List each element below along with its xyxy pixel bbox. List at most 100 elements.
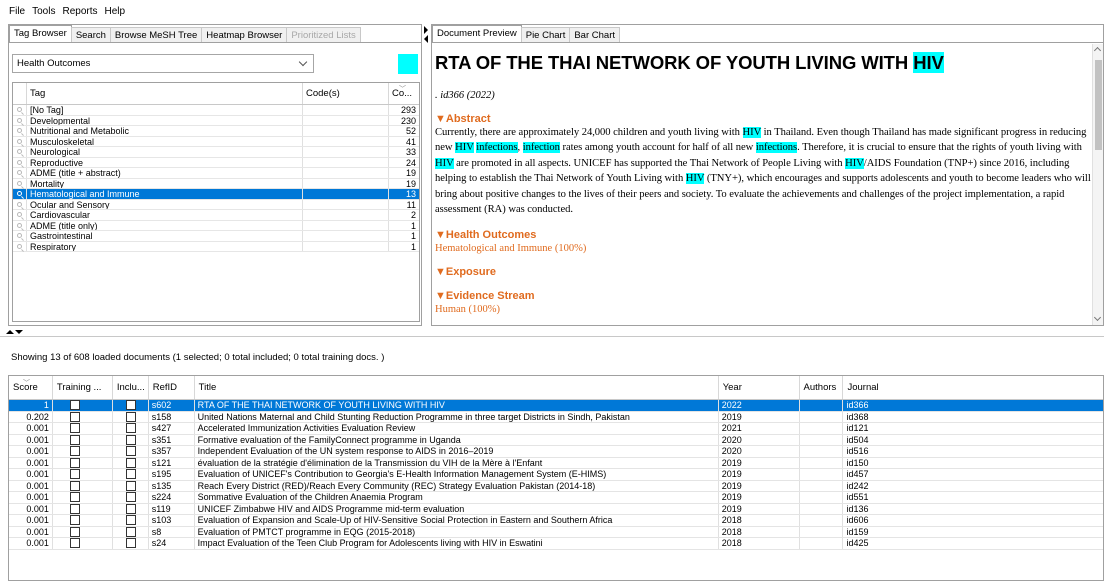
tag-row[interactable]: Ocular and Sensory 11 (13, 199, 419, 210)
magnifier-icon[interactable] (17, 222, 22, 228)
table-row[interactable]: 0.001 s427 Accelerated Immunization Activi… (9, 423, 1103, 435)
training-checkbox[interactable] (69, 492, 80, 502)
collapse-left-icon[interactable] (424, 35, 428, 43)
scroll-up-icon[interactable] (1093, 46, 1102, 55)
menu-help[interactable]: Help (105, 6, 126, 17)
table-row[interactable]: 0.001 s121 évaluation de la stratégie d'él… (9, 457, 1103, 469)
table-row[interactable]: 0.202 s158 United Nations Maternal and Chi… (9, 411, 1103, 423)
menu-reports[interactable]: Reports (62, 6, 97, 17)
tab-document-preview[interactable]: Document Preview (432, 25, 522, 43)
tab-browse-mesh-tree[interactable]: Browse MeSH Tree (109, 27, 203, 43)
include-checkbox[interactable] (125, 503, 136, 514)
magnifier-icon[interactable] (17, 191, 22, 197)
include-checkbox[interactable] (125, 492, 136, 502)
vertical-splitter[interactable] (423, 24, 430, 326)
tag-search-cell[interactable] (13, 199, 27, 209)
collapse-right-icon[interactable] (424, 26, 428, 34)
tag-row[interactable]: ADME (title + abstract) 19 (13, 168, 419, 179)
magnifier-icon[interactable] (17, 180, 22, 186)
include-checkbox[interactable] (125, 434, 136, 445)
header-codes[interactable]: Code(s) (303, 83, 389, 104)
document-scrollbar[interactable] (1092, 44, 1103, 325)
tag-search-cell[interactable] (13, 105, 27, 115)
training-checkbox[interactable] (69, 434, 80, 445)
tag-row[interactable]: Mortality 19 (13, 178, 419, 189)
tag-search-cell[interactable] (13, 220, 27, 230)
table-row[interactable]: 0.001 s357 Independent Evaluation of the U… (9, 446, 1103, 458)
header-title[interactable]: Title (195, 376, 719, 399)
training-checkbox[interactable] (69, 469, 80, 479)
training-checkbox[interactable] (69, 446, 80, 456)
tag-row[interactable]: Developmental 230 (13, 115, 419, 126)
training-checkbox[interactable] (69, 503, 80, 514)
tag-row[interactable]: Reproductive 24 (13, 157, 419, 168)
magnifier-icon[interactable] (17, 170, 22, 176)
category-dropdown[interactable]: Health Outcomes (12, 54, 314, 73)
training-checkbox[interactable] (69, 480, 80, 491)
include-checkbox[interactable] (125, 469, 136, 479)
header-icon-column[interactable] (13, 83, 27, 104)
tag-search-cell[interactable] (13, 231, 27, 241)
tag-row[interactable]: Musculoskeletal 41 (13, 136, 419, 147)
include-checkbox[interactable] (125, 446, 136, 456)
include-checkbox[interactable] (125, 526, 136, 537)
section-heading[interactable]: ▼Evidence Stream (435, 290, 1093, 302)
table-row[interactable]: 0.001 s224 Sommative Evaluation of the Chi… (9, 492, 1103, 504)
training-checkbox[interactable] (69, 400, 80, 410)
magnifier-icon[interactable] (17, 128, 22, 134)
magnifier-icon[interactable] (17, 117, 22, 123)
tag-row[interactable]: Gastrointestinal 1 (13, 231, 419, 242)
table-row[interactable]: 0.001 s8 Evaluation of PMTCT programme in … (9, 526, 1103, 538)
include-checkbox[interactable] (125, 538, 136, 548)
magnifier-icon[interactable] (17, 159, 22, 165)
tag-search-cell[interactable] (13, 241, 27, 251)
header-authors[interactable]: Authors (800, 376, 844, 399)
tag-search-cell[interactable] (13, 168, 27, 178)
header-refid[interactable]: RefID (149, 376, 195, 399)
tag-row[interactable]: Hematological and Immune 13 (13, 189, 419, 200)
magnifier-icon[interactable] (17, 212, 22, 218)
menu-file[interactable]: File (9, 6, 25, 17)
training-checkbox[interactable] (69, 411, 80, 422)
menu-tools[interactable]: Tools (32, 6, 55, 17)
scroll-down-icon[interactable] (1093, 313, 1102, 322)
table-row[interactable]: 0.001 s195 Evaluation of UNICEF's Contribu… (9, 469, 1103, 481)
collapse-down-icon[interactable] (15, 330, 23, 334)
header-training[interactable]: Training ... (53, 376, 113, 399)
tag-search-cell[interactable] (13, 136, 27, 146)
tag-row[interactable]: ADME (title only) 1 (13, 220, 419, 231)
table-row[interactable]: 0.001 s24 Impact Evaluation of the Teen Cl… (9, 538, 1103, 550)
collapse-up-icon[interactable] (6, 330, 14, 334)
section-heading[interactable]: ▼Health Outcomes (435, 229, 1093, 241)
include-checkbox[interactable] (125, 480, 136, 491)
abstract-heading[interactable]: ▼Abstract (435, 113, 1093, 125)
tag-search-cell[interactable] (13, 157, 27, 167)
table-row[interactable]: 0.001 s351 Formative evaluation of the Fam… (9, 434, 1103, 446)
tag-search-cell[interactable] (13, 126, 27, 136)
header-tag[interactable]: Tag (27, 83, 303, 104)
tag-search-cell[interactable] (13, 178, 27, 188)
tag-search-cell[interactable] (13, 210, 27, 220)
tab-tag-browser[interactable]: Tag Browser (9, 25, 72, 43)
table-row[interactable]: 0.001 s103 Evaluation of Expansion and Sca… (9, 515, 1103, 527)
magnifier-icon[interactable] (17, 201, 22, 207)
magnifier-icon[interactable] (17, 233, 22, 239)
tag-search-cell[interactable] (13, 147, 27, 157)
magnifier-icon[interactable] (17, 138, 22, 144)
magnifier-icon[interactable] (17, 149, 22, 155)
include-checkbox[interactable] (125, 400, 136, 410)
table-row[interactable]: 0.001 s135 Reach Every District (RED)/Reac… (9, 480, 1103, 492)
include-checkbox[interactable] (125, 457, 136, 468)
header-count[interactable]: ﹀ Co... (389, 83, 419, 104)
section-heading[interactable]: ▼Exposure (435, 266, 1093, 278)
tag-row[interactable]: Respiratory 1 (13, 241, 419, 252)
tag-row[interactable]: Nutritional and Metabolic 52 (13, 126, 419, 137)
table-row[interactable]: 1 s602 RTA OF THE THAI NETWORK OF YOUTH LI… (9, 400, 1103, 412)
include-checkbox[interactable] (125, 411, 136, 422)
scroll-thumb[interactable] (1095, 60, 1102, 150)
tag-search-cell[interactable] (13, 189, 27, 199)
table-row[interactable]: 0.001 s119 UNICEF Zimbabwe HIV and AIDS Pr… (9, 503, 1103, 515)
tab-pie-chart[interactable]: Pie Chart (520, 27, 571, 43)
category-color-swatch[interactable] (398, 54, 418, 74)
training-checkbox[interactable] (69, 515, 80, 525)
